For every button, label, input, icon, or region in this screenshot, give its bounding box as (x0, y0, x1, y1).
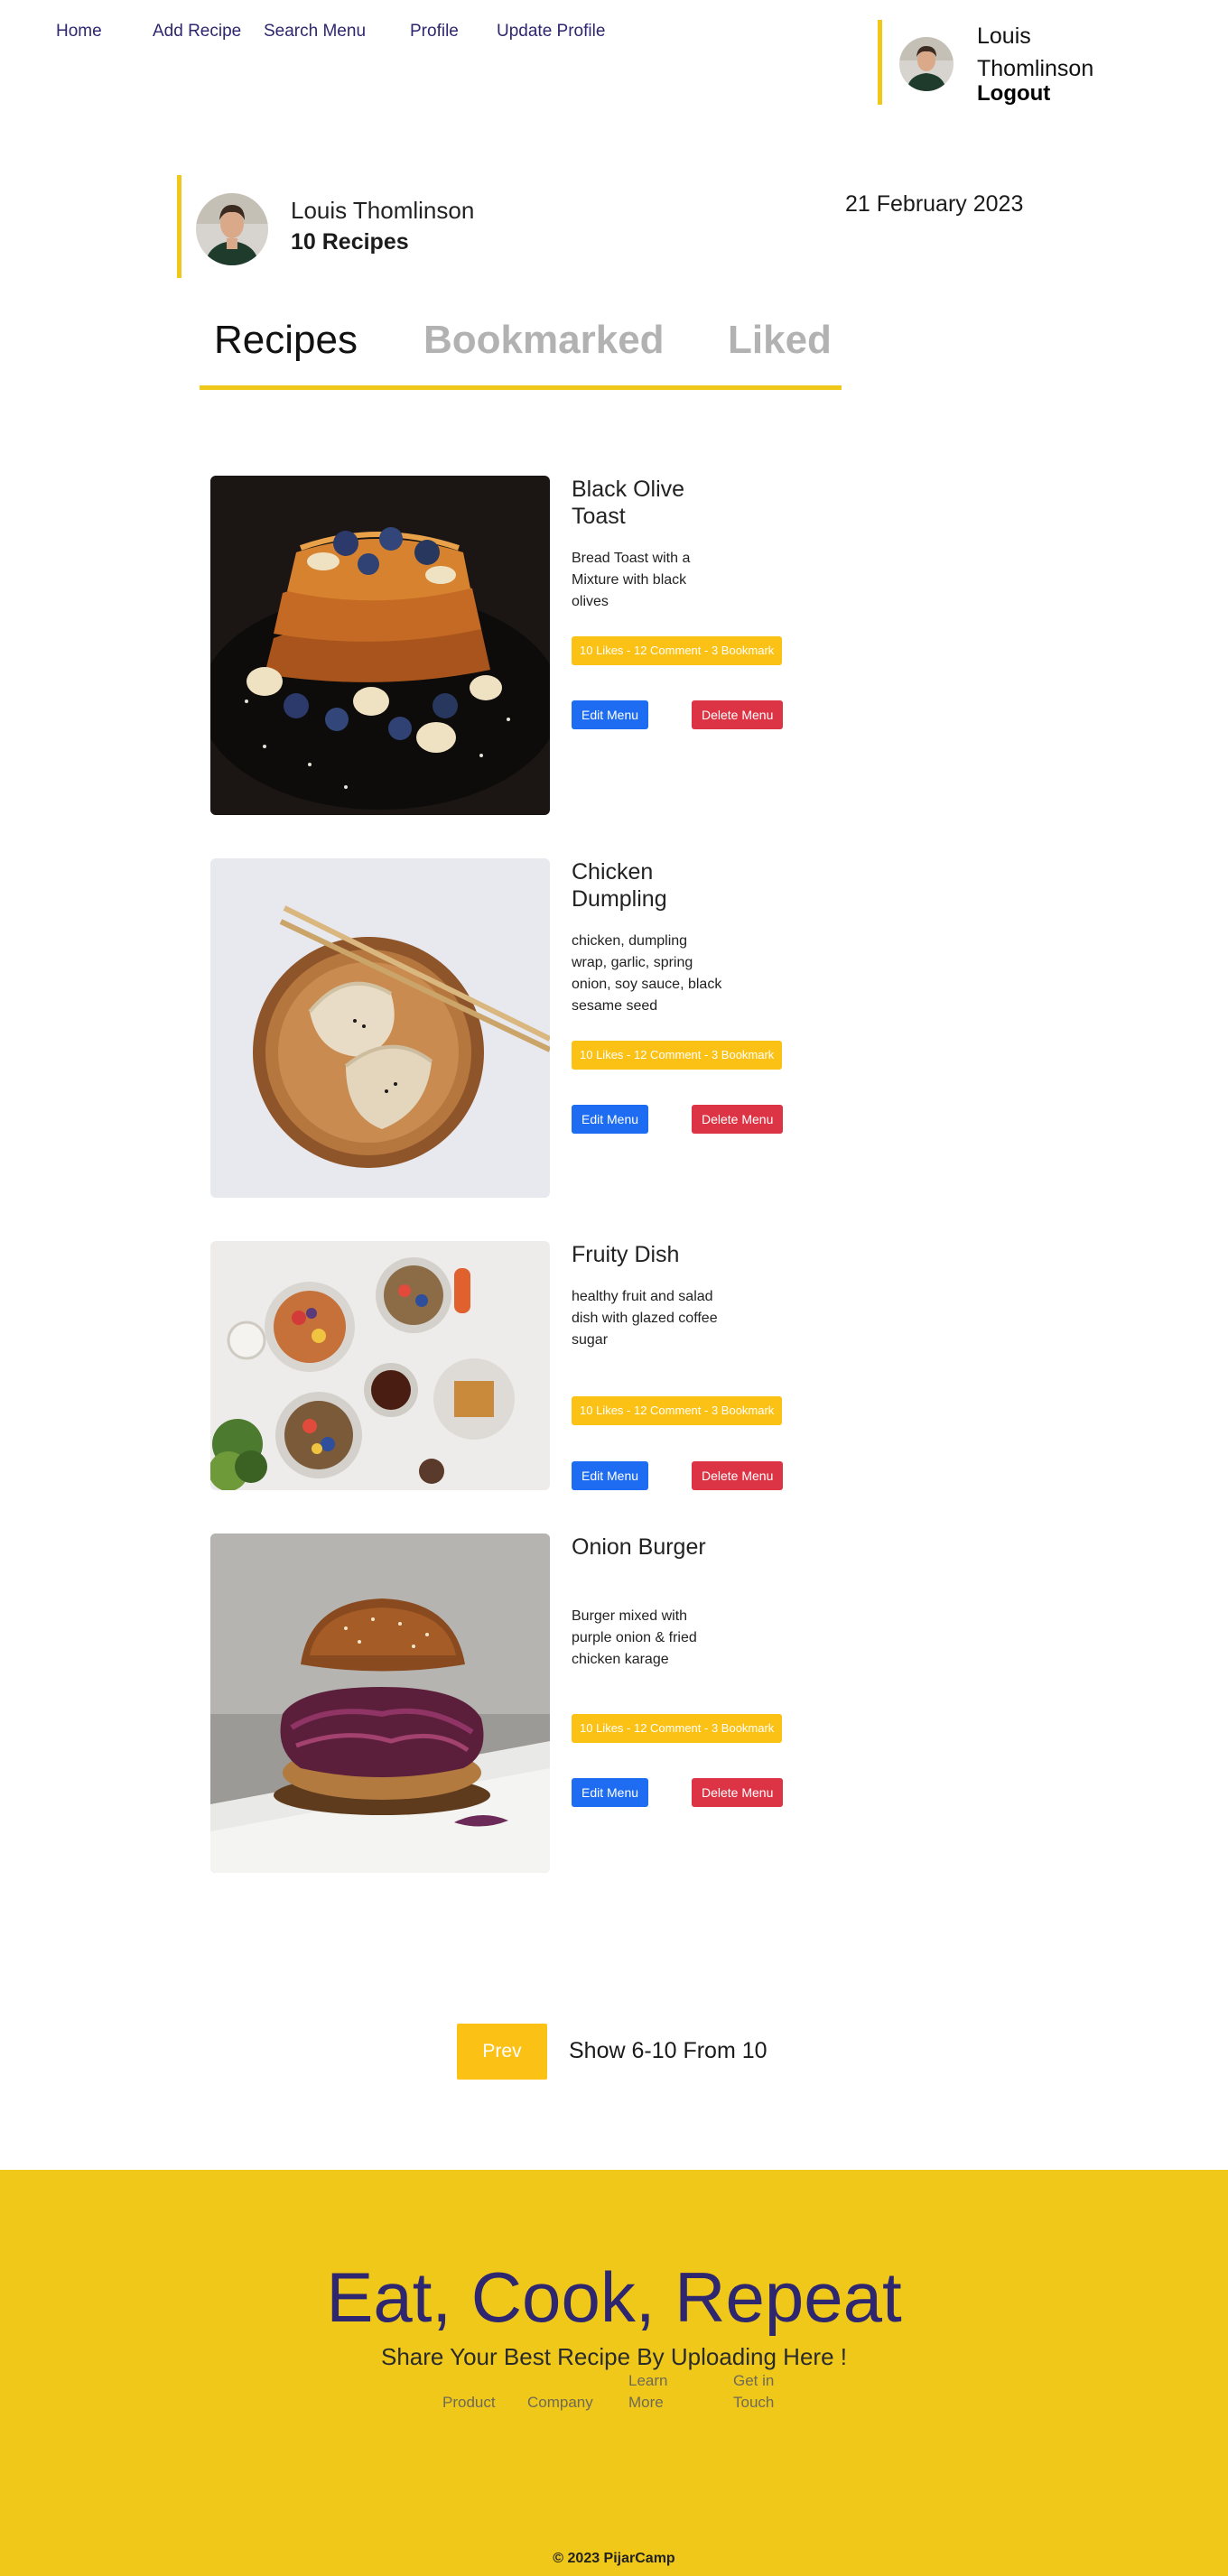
recipe-title: Fruity Dish (572, 1242, 680, 1267)
footer-link-get-in-touch[interactable]: Get in Touch (733, 2370, 787, 2414)
recipe-image-fruit-bowls[interactable] (210, 1241, 550, 1490)
edit-menu-button[interactable]: Edit Menu (572, 1778, 649, 1807)
profile-accent-bar (177, 175, 181, 278)
recipe-title: Chicken Dumpling (572, 859, 667, 912)
footer-link-product[interactable]: Product (442, 2392, 496, 2414)
tab-liked[interactable]: Liked (728, 318, 832, 363)
recipe-title: Onion Burger (572, 1534, 706, 1560)
edit-menu-button[interactable]: Edit Menu (572, 1105, 649, 1134)
profile-date: 21 February 2023 (845, 191, 1024, 217)
recipe-card: Black Olive Toast Bread Toast with a Mix… (210, 476, 861, 815)
footer-title: Eat, Cook, Repeat (326, 2257, 902, 2337)
recipe-stats-badge: 10 Likes - 12 Comment - 3 Bookmark (572, 1714, 783, 1743)
recipe-stats-badge: 10 Likes - 12 Comment - 3 Bookmark (572, 1041, 783, 1070)
delete-menu-button[interactable]: Delete Menu (692, 1105, 784, 1134)
recipe-image-burger[interactable] (210, 1534, 550, 1873)
edit-menu-button[interactable]: Edit Menu (572, 700, 649, 729)
recipe-card: Fruity Dish healthy fruit and salad dish… (210, 1241, 861, 1490)
delete-menu-button[interactable]: Delete Menu (692, 1461, 784, 1490)
nav-link-search-menu[interactable]: Search Menu (264, 22, 366, 42)
avatar[interactable] (899, 37, 954, 91)
recipe-title: Black Olive Toast (572, 477, 685, 529)
nav-link-update-profile[interactable]: Update Profile (497, 22, 605, 42)
tab-recipes[interactable]: Recipes (214, 318, 358, 363)
footer-subtitle: Share Your Best Recipe By Uploading Here… (381, 2343, 847, 2370)
prev-page-button[interactable]: Prev (457, 2024, 547, 2080)
profile-tabs: Recipes Bookmarked Liked (200, 312, 842, 390)
nav-link-profile[interactable]: Profile (410, 22, 459, 42)
nav-link-add-recipe[interactable]: Add Recipe (153, 22, 241, 42)
profile-avatar (196, 193, 268, 265)
logout-link[interactable]: Logout (977, 81, 1050, 107)
recipe-image-dumpling[interactable] (210, 858, 550, 1198)
recipe-stats-badge: 10 Likes - 12 Comment - 3 Bookmark (572, 1396, 783, 1425)
recipe-card: Onion Burger Burger mixed with purple on… (210, 1534, 861, 1873)
footer: Eat, Cook, Repeat Share Your Best Recipe… (0, 2170, 1228, 2576)
recipe-description: healthy fruit and salad dish with glazed… (572, 1289, 718, 1348)
recipe-description: chicken, dumpling wrap, garlic, spring o… (572, 933, 722, 1014)
recipe-count: 10 Recipes (291, 229, 409, 255)
recipe-description: Burger mixed with purple onion & fried c… (572, 1608, 697, 1667)
profile-header: Louis Thomlinson 10 Recipes 21 February … (177, 175, 1071, 278)
recipe-stats-badge: 10 Likes - 12 Comment - 3 Bookmark (572, 636, 783, 665)
recipe-card: Chicken Dumpling chicken, dumpling wrap,… (210, 858, 861, 1198)
footer-copyright: © 2023 PijarCamp (553, 2551, 675, 2566)
nav-user-name: Louis Thomlinson (977, 23, 1094, 81)
profile-name: Louis Thomlinson (291, 197, 475, 224)
footer-link-company[interactable]: Company (527, 2392, 593, 2414)
delete-menu-button[interactable]: Delete Menu (692, 1778, 784, 1807)
footer-link-learn-more[interactable]: Learn More (628, 2370, 683, 2414)
edit-menu-button[interactable]: Edit Menu (572, 1461, 649, 1490)
pagination-info: Show 6-10 From 10 (569, 2038, 768, 2063)
recipe-description: Bread Toast with a Mixture with black ol… (572, 551, 691, 609)
recipe-image-french-toast[interactable] (210, 476, 550, 815)
tab-bookmarked[interactable]: Bookmarked (423, 318, 665, 363)
nav-link-home[interactable]: Home (56, 22, 102, 42)
nav-account: Louis Thomlinson Logout (878, 20, 1149, 107)
delete-menu-button[interactable]: Delete Menu (692, 700, 784, 729)
